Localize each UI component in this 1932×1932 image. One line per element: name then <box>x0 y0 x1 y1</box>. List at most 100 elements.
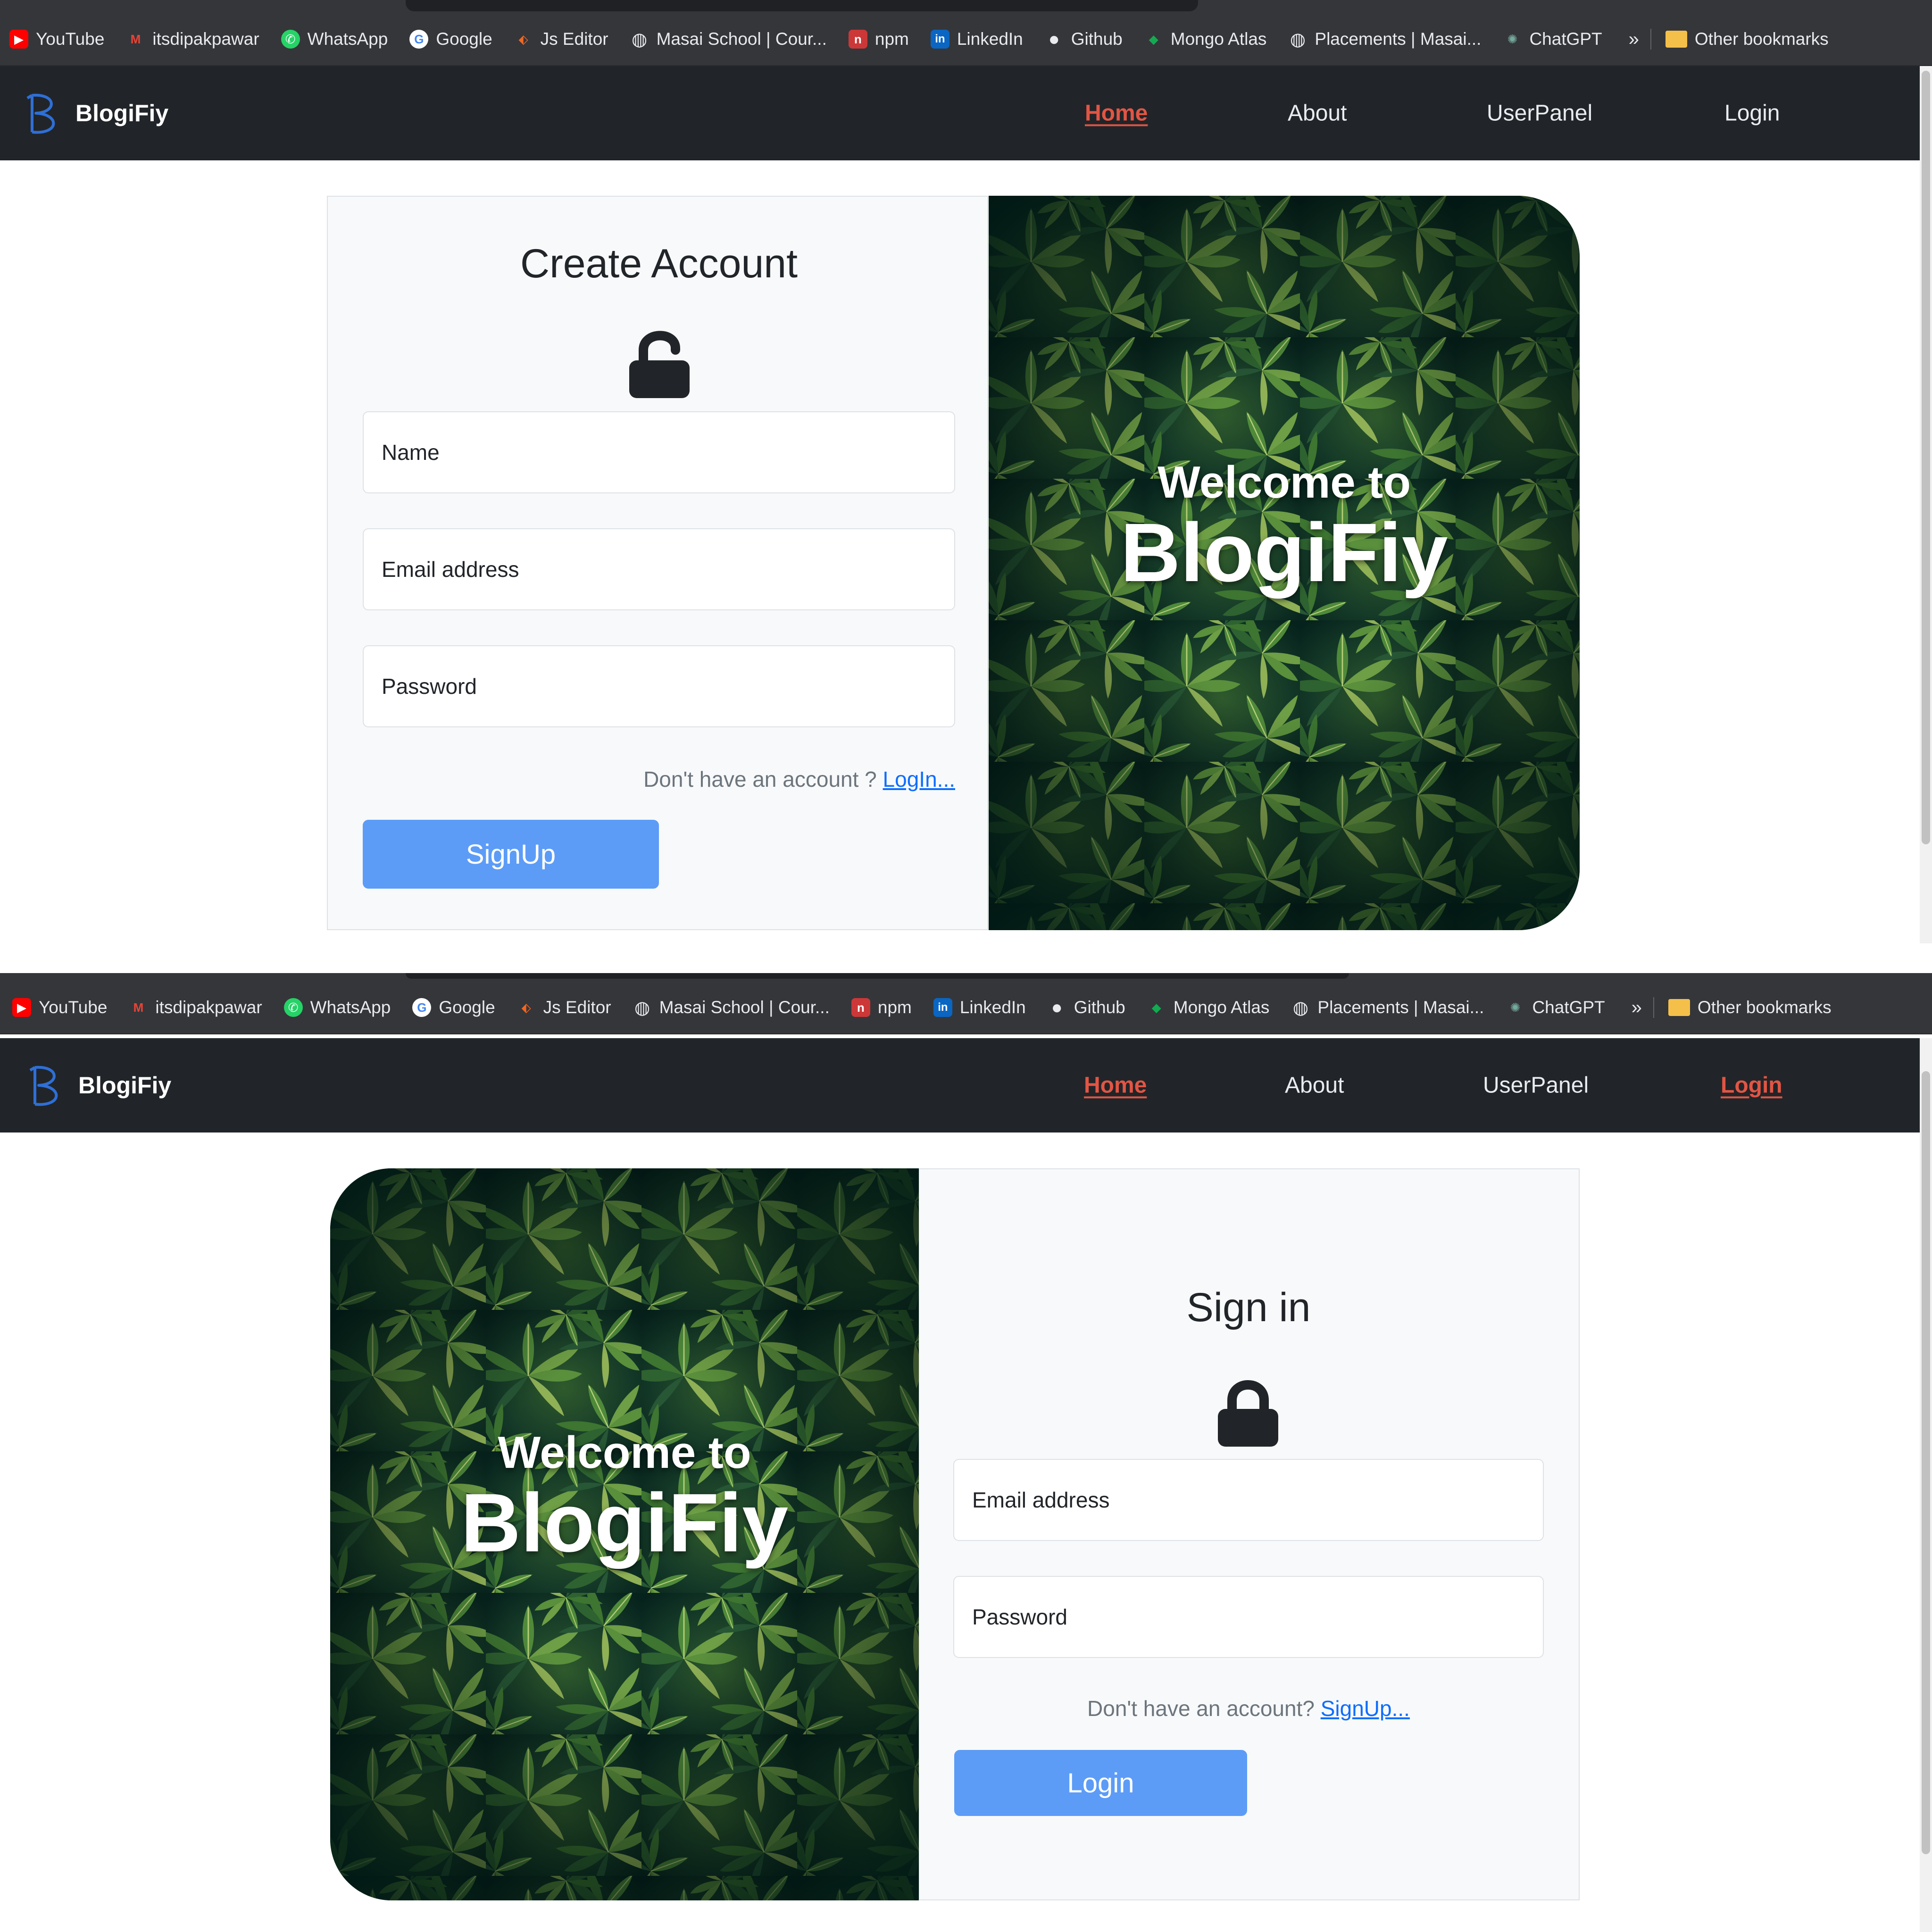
nav-userpanel[interactable]: UserPanel <box>1487 100 1592 126</box>
page-scrollbar[interactable] <box>1920 66 1932 943</box>
bookmark-youtube[interactable]: ▶ YouTube <box>9 29 104 49</box>
bookmark-chatgpt[interactable]: ✺ ChatGPT <box>1503 29 1602 49</box>
other-bookmarks[interactable]: Other bookmarks <box>1665 29 1829 49</box>
login-hint: Don't have an account ? LogIn... <box>643 766 955 792</box>
bookmark-label: Js Editor <box>543 998 611 1017</box>
bookmark-masai-school[interactable]: ◍ Masai School | Cour... <box>633 998 830 1018</box>
github-icon: ● <box>1051 997 1063 1018</box>
bookmark-chatgpt[interactable]: ✺ ChatGPT <box>1506 998 1605 1017</box>
page-scrollbar[interactable] <box>1920 1038 1932 1932</box>
form-title: Sign in <box>1186 1285 1311 1330</box>
youtube-icon: ▶ <box>9 30 28 49</box>
globe-icon: ◍ <box>634 998 650 1018</box>
signup-link[interactable]: SignUp... <box>1321 1696 1410 1721</box>
welcome-heading: Welcome to BlogiFiy <box>330 1430 919 1571</box>
address-bar[interactable] <box>406 973 1349 979</box>
bookmark-npm[interactable]: n npm <box>848 29 909 49</box>
bookmark-label: Github <box>1071 29 1123 49</box>
hint-text: Don't have an account? <box>1087 1696 1321 1721</box>
signup-hint: Don't have an account? SignUp... <box>953 1696 1544 1721</box>
login-button[interactable]: Login <box>954 1750 1247 1816</box>
linkedin-icon: in <box>933 998 952 1017</box>
bookmark-gmail[interactable]: Mitsdipakpawar <box>129 998 262 1017</box>
bookmark-youtube[interactable]: ▶ YouTube <box>12 998 107 1017</box>
password-input[interactable] <box>953 1576 1544 1658</box>
brand-logo-icon <box>26 93 55 134</box>
bookmark-label: itsdipakpawar <box>152 29 259 49</box>
browser-top-strip <box>0 973 1932 982</box>
whatsapp-icon: ✆ <box>283 998 303 1017</box>
bookmark-masai-school[interactable]: ◍ Masai School | Cour... <box>630 29 827 50</box>
bookmark-npm[interactable]: n npm <box>851 998 912 1017</box>
bookmark-placements[interactable]: ◍ Placements | Masai... <box>1291 998 1484 1018</box>
bookmark-whatsapp[interactable]: ✆ WhatsApp <box>281 29 388 49</box>
brand[interactable]: BlogiFiy <box>26 1062 171 1109</box>
bookmarks-bar: ▶ YouTube Mitsdipakpawar ✆ WhatsApp G Googl… <box>0 13 1932 66</box>
nav-home[interactable]: Home <box>1084 1073 1147 1099</box>
scrollbar-thumb[interactable] <box>1922 1071 1930 1854</box>
bookmark-label: ChatGPT <box>1529 29 1602 49</box>
brand[interactable]: BlogiFiy <box>24 90 168 137</box>
globe-icon: ◍ <box>1290 29 1306 50</box>
signup-button[interactable]: SignUp <box>363 820 659 889</box>
address-bar[interactable] <box>406 0 1198 11</box>
bookmark-linkedin[interactable]: in LinkedIn <box>930 29 1023 49</box>
hint-text: Don't have an account ? <box>643 767 883 791</box>
other-bookmarks[interactable]: Other bookmarks <box>1668 998 1832 1017</box>
bookmark-label: WhatsApp <box>310 998 391 1017</box>
bookmark-label: Mongo Atlas <box>1173 998 1270 1017</box>
browser-top-strip <box>0 0 1932 13</box>
bookmarks-overflow-button[interactable]: » <box>1629 29 1639 50</box>
chatgpt-icon: ✺ <box>1510 1000 1521 1015</box>
bookmark-github[interactable]: ● Github <box>1048 997 1125 1018</box>
youtube-icon: ▶ <box>12 998 31 1017</box>
bookmarks-overflow-button[interactable]: » <box>1632 997 1642 1018</box>
js-editor-icon: ⬖ <box>521 1000 531 1015</box>
login-link[interactable]: LogIn... <box>883 767 955 791</box>
form-title: Create Account <box>520 241 798 286</box>
name-input[interactable] <box>363 411 955 493</box>
bookmark-label: Placements | Masai... <box>1315 29 1482 49</box>
email-input[interactable] <box>953 1459 1544 1541</box>
scrollbar-thumb[interactable] <box>1922 71 1930 844</box>
bookmark-js-editor[interactable]: ⬖ Js Editor <box>517 998 611 1017</box>
bookmark-gmail[interactable]: Mitsdipakpawar <box>126 29 259 49</box>
password-input[interactable] <box>363 645 955 727</box>
welcome-line: Welcome to <box>1158 457 1411 508</box>
bookmark-github[interactable]: ● Github <box>1045 29 1123 50</box>
bookmark-label: Js Editor <box>540 29 608 49</box>
nav-about[interactable]: About <box>1288 100 1347 126</box>
bookmark-label: npm <box>874 29 909 49</box>
unlocked-padlock-icon <box>629 331 690 398</box>
nav-about[interactable]: About <box>1285 1073 1344 1099</box>
bookmark-label: Masai School | Cour... <box>659 998 830 1017</box>
nav-login[interactable]: Login <box>1721 1073 1782 1099</box>
npm-icon: n <box>848 30 867 49</box>
npm-icon: n <box>851 998 870 1017</box>
brand-name: BlogiFiy <box>75 100 169 126</box>
welcome-image-panel: Welcome to BlogiFiy <box>989 196 1580 930</box>
mongodb-icon: ◆ <box>1151 1000 1161 1015</box>
mongodb-icon: ◆ <box>1149 32 1158 46</box>
bookmark-label: Mongo Atlas <box>1170 29 1267 49</box>
nav-home[interactable]: Home <box>1085 100 1148 126</box>
nav-login[interactable]: Login <box>1724 100 1780 126</box>
globe-icon: ◍ <box>1292 998 1308 1018</box>
bookmark-js-editor[interactable]: ⬖ Js Editor <box>514 29 608 49</box>
email-input[interactable] <box>363 528 955 610</box>
bookmarks-bar: ▶ YouTube Mitsdipakpawar ✆ WhatsApp G Googl… <box>0 982 1932 1034</box>
folder-icon <box>1668 999 1690 1016</box>
bookmark-whatsapp[interactable]: ✆ WhatsApp <box>283 998 391 1017</box>
globe-icon: ◍ <box>632 29 648 50</box>
bookmark-google[interactable]: G Google <box>412 998 495 1017</box>
nav-userpanel[interactable]: UserPanel <box>1483 1073 1589 1099</box>
navbar: BlogiFiy Home About UserPanel Login <box>0 66 1920 160</box>
bookmark-label: Google <box>436 29 492 49</box>
bookmark-google[interactable]: G Google <box>409 29 492 49</box>
bookmark-mongo-atlas[interactable]: ◆ Mongo Atlas <box>1147 998 1270 1017</box>
bookmarks-divider <box>1653 997 1654 1018</box>
bookmark-mongo-atlas[interactable]: ◆ Mongo Atlas <box>1144 29 1267 49</box>
signin-screenshot: ▶ YouTube Mitsdipakpawar ✆ WhatsApp G Googl… <box>0 973 1932 1932</box>
bookmark-placements[interactable]: ◍ Placements | Masai... <box>1288 29 1482 50</box>
bookmark-linkedin[interactable]: in LinkedIn <box>933 998 1026 1017</box>
